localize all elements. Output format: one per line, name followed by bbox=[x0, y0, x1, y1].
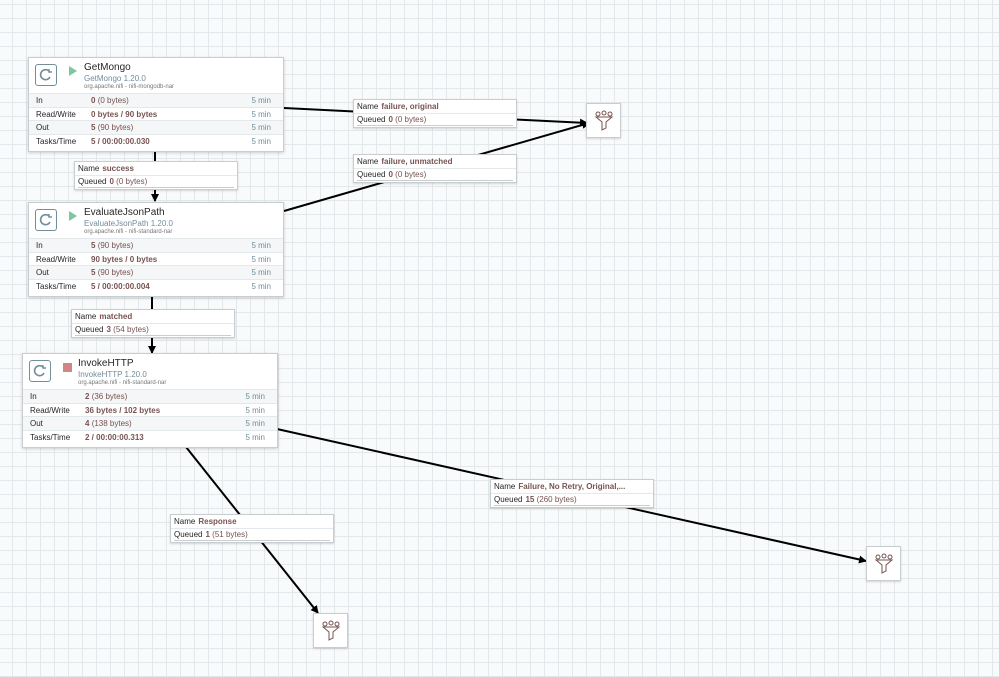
queue-progress-bar bbox=[494, 505, 650, 506]
stat-tasks-time: Tasks/Time 2 / 00:00:00.313 5 min bbox=[23, 429, 277, 444]
stat-tasks-time: Tasks/Time 5 / 00:00:00.030 5 min bbox=[29, 133, 283, 148]
processor-name: InvokeHTTP bbox=[78, 358, 134, 369]
processor-bundle: org.apache.nifi - nifi-standard-nar bbox=[78, 380, 167, 386]
funnel[interactable] bbox=[586, 103, 621, 138]
processor-icon bbox=[29, 360, 51, 382]
processor-type: GetMongo 1.20.0 bbox=[84, 74, 146, 83]
connection-name: failure, original bbox=[381, 102, 439, 111]
stat-tasks-time: Tasks/Time 5 / 00:00:00.004 5 min bbox=[29, 278, 283, 293]
stat-read-write: Read/Write 90 bytes / 0 bytes 5 min bbox=[29, 251, 283, 266]
funnel-icon bbox=[874, 553, 893, 574]
connection-name: Failure, No Retry, Original,... bbox=[518, 482, 626, 491]
stat-in: In 5 (90 bytes) 5 min bbox=[29, 238, 283, 252]
queue-progress-bar bbox=[174, 540, 330, 541]
processor-type: EvaluateJsonPath 1.20.0 bbox=[84, 219, 173, 228]
stat-out: Out 4 (138 bytes) 5 min bbox=[23, 416, 277, 430]
connection-success[interactable]: Name success Queued 0 (0 bytes) bbox=[74, 161, 238, 190]
connection-response[interactable]: Name Response Queued 1 (51 bytes) bbox=[170, 514, 334, 543]
stop-icon bbox=[63, 363, 72, 372]
connection-failure-no-retry[interactable]: Name Failure, No Retry, Original,... Queu… bbox=[490, 479, 654, 508]
stat-read-write: Read/Write 0 bytes / 90 bytes 5 min bbox=[29, 106, 283, 121]
connection-failure-original[interactable]: Name failure, original Queued 0 (0 bytes) bbox=[353, 99, 517, 128]
funnel[interactable] bbox=[313, 613, 348, 648]
funnel-icon bbox=[321, 620, 340, 641]
processor-name: EvaluateJsonPath bbox=[84, 207, 165, 218]
connection-name: failure, unmatched bbox=[381, 157, 453, 166]
stat-in: In 0 (0 bytes) 5 min bbox=[29, 93, 283, 107]
connection-matched[interactable]: Name matched Queued 3 (54 bytes) bbox=[71, 309, 235, 338]
processor-icon bbox=[35, 209, 57, 231]
play-icon bbox=[69, 66, 77, 76]
play-icon bbox=[69, 211, 77, 221]
connection-name: success bbox=[102, 164, 134, 173]
connection-failure-unmatched[interactable]: Name failure, unmatched Queued 0 (0 bytes) bbox=[353, 154, 517, 183]
processor-bundle: org.apache.nifi - nifi-standard-nar bbox=[84, 229, 173, 235]
processor-invokehttp[interactable]: InvokeHTTP InvokeHTTP 1.20.0 org.apache.… bbox=[22, 353, 278, 448]
stat-out: Out 5 (90 bytes) 5 min bbox=[29, 265, 283, 279]
processor-getmongo[interactable]: GetMongo GetMongo 1.20.0 org.apache.nifi… bbox=[28, 57, 284, 152]
connection-name: matched bbox=[99, 312, 133, 321]
stat-in: In 2 (36 bytes) 5 min bbox=[23, 389, 277, 403]
connection-name: Response bbox=[198, 517, 237, 526]
queue-progress-bar bbox=[75, 335, 231, 336]
processor-name: GetMongo bbox=[84, 62, 131, 73]
funnel-icon bbox=[594, 110, 613, 131]
queue-progress-bar bbox=[357, 125, 513, 126]
queue-progress-bar bbox=[78, 187, 234, 188]
processor-type: InvokeHTTP 1.20.0 bbox=[78, 370, 147, 379]
stat-out: Out 5 (90 bytes) 5 min bbox=[29, 120, 283, 134]
queue-progress-bar bbox=[357, 180, 513, 181]
processor-evaluatejsonpath[interactable]: EvaluateJsonPath EvaluateJsonPath 1.20.0… bbox=[28, 202, 284, 297]
processor-bundle: org.apache.nifi - nifi-mongodb-nar bbox=[84, 84, 175, 90]
processor-icon bbox=[35, 64, 57, 86]
funnel[interactable] bbox=[866, 546, 901, 581]
stat-read-write: Read/Write 36 bytes / 102 bytes 5 min bbox=[23, 402, 277, 417]
